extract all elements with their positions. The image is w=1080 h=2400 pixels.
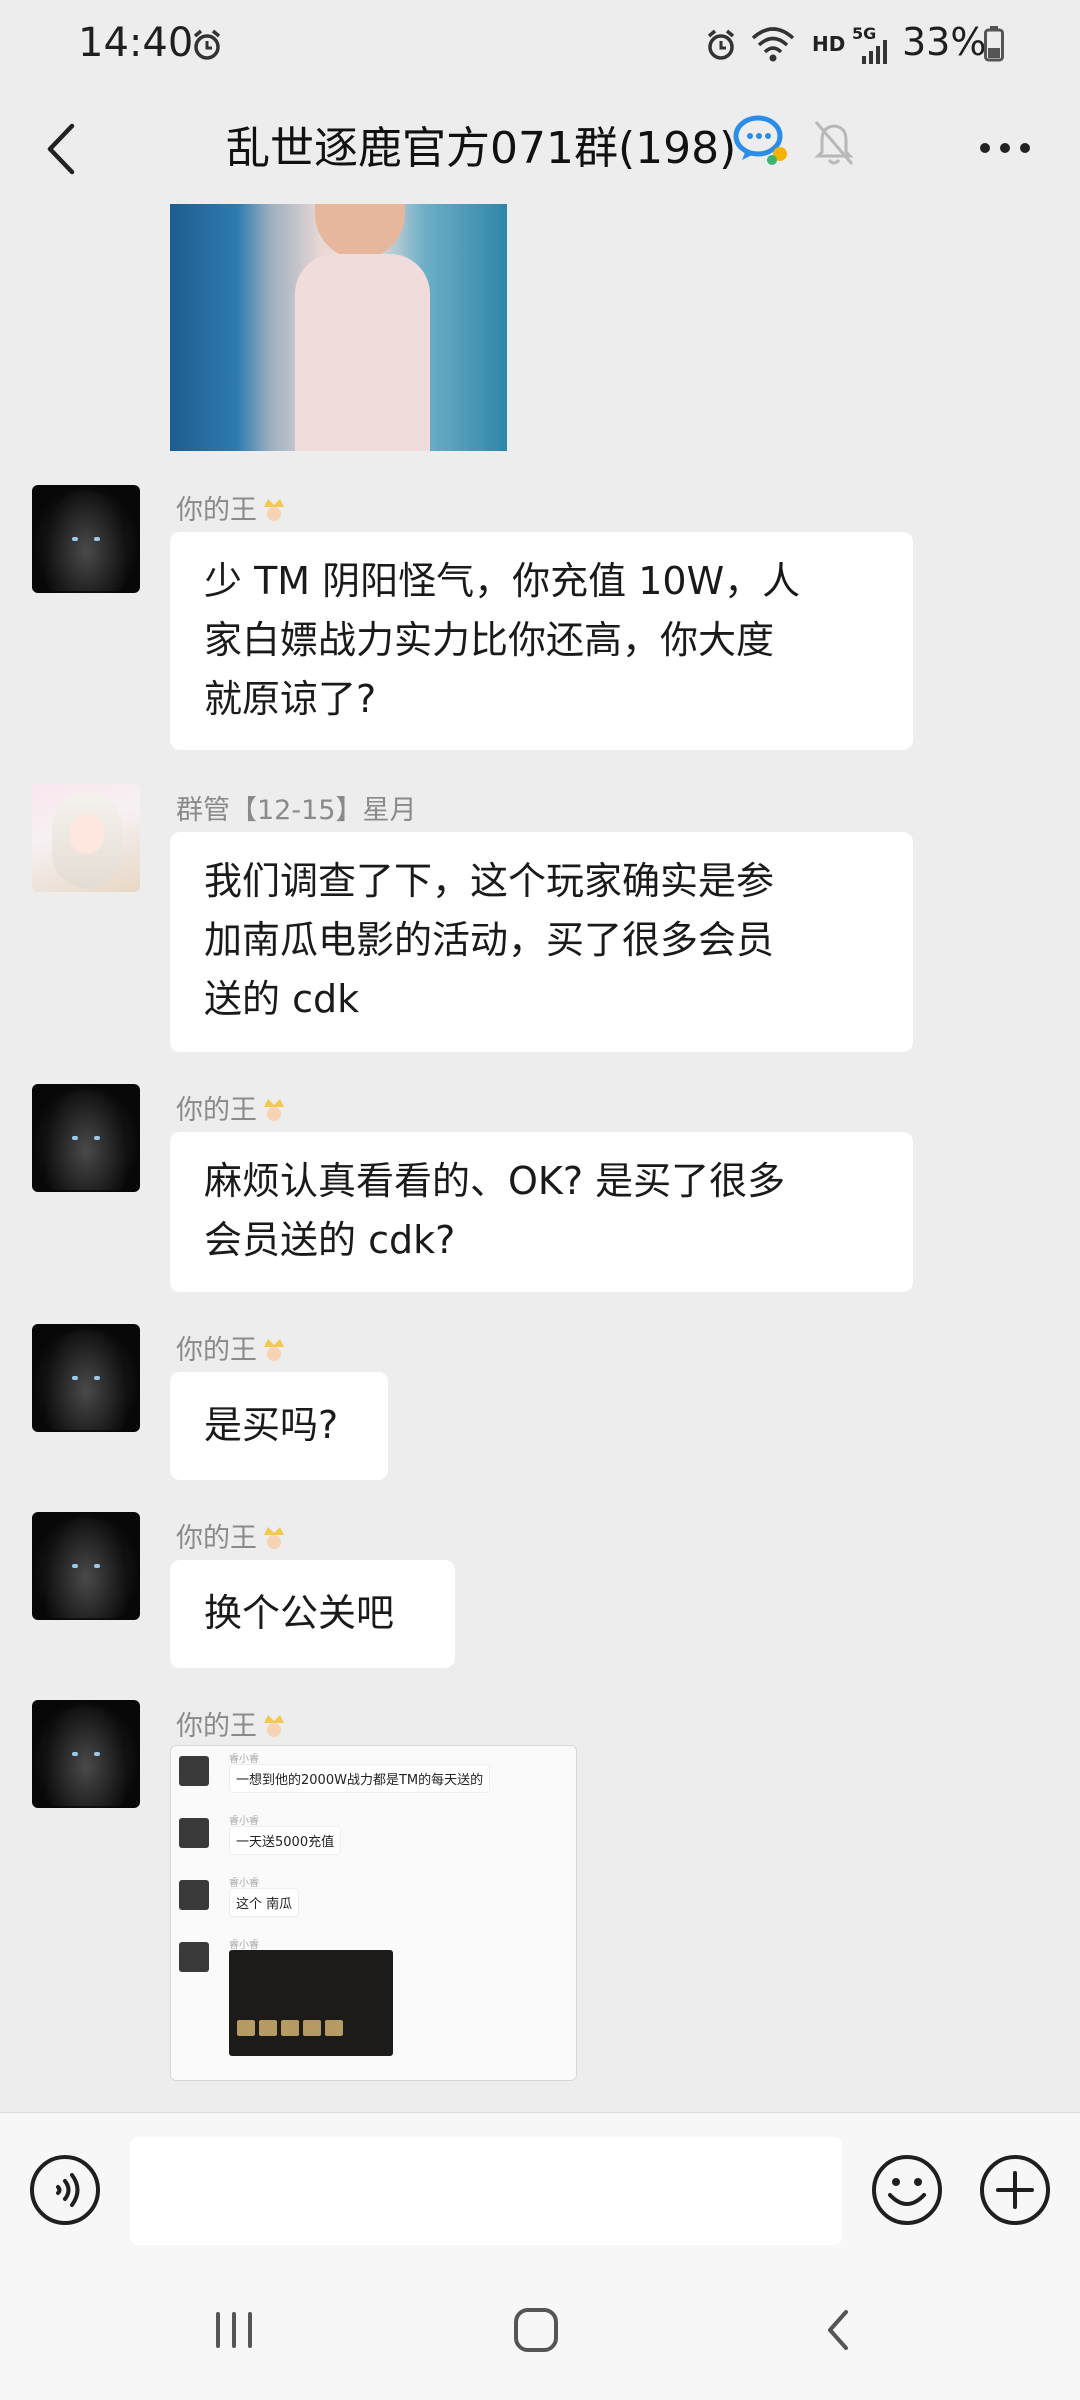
- alarm-icon-right: [707, 29, 735, 60]
- message-bubble[interactable]: 麻烦认真看看的、OK? 是买了很多 会员送的 cdk?: [170, 1132, 913, 1292]
- avatar-lion[interactable]: [32, 1700, 140, 1808]
- image-message-kid[interactable]: [170, 204, 507, 451]
- message-bubble[interactable]: 是买吗?: [170, 1372, 388, 1480]
- avatar-lion[interactable]: [32, 485, 140, 593]
- avatar-anime[interactable]: [32, 784, 140, 892]
- voice-button[interactable]: [28, 2153, 102, 2227]
- kid-face: [315, 204, 405, 259]
- crown-icon: [264, 1099, 284, 1121]
- message-input[interactable]: [130, 2137, 842, 2245]
- avatar-lion[interactable]: [32, 1084, 140, 1192]
- crown-icon: [264, 1339, 284, 1361]
- input-bar: [0, 2112, 1080, 2263]
- sender-name[interactable]: 你的王: [176, 1516, 287, 1555]
- image-message-screenshot[interactable]: 睿小睿 一想到他的2000W战力都是TM的每天送的 睿小睿 一天送5000充值 …: [170, 1745, 577, 2081]
- kid-body: [295, 254, 430, 451]
- status-time: 14:40: [78, 20, 194, 66]
- message-bubble[interactable]: 换个公关吧: [170, 1560, 455, 1668]
- sender-name[interactable]: 你的王: [176, 488, 287, 527]
- more-options-button[interactable]: [970, 118, 1040, 178]
- title-bar: 乱世逐鹿官方071群(198): [0, 92, 1080, 204]
- group-title: 乱世逐鹿官方071群(198): [226, 123, 737, 174]
- crown-icon: [264, 1527, 284, 1549]
- chat-screen: 14:40 HD 5G 33% 乱世逐鹿官方071群(198) 你的王 少 TM…: [0, 0, 1080, 2400]
- crown-icon: [264, 1715, 284, 1737]
- message-bubble[interactable]: 少 TM 阴阳怪气，你充值 10W，人 家白嫖战力实力比你还高，你大度 就原谅了…: [170, 532, 913, 750]
- alarm-icon: [193, 29, 221, 60]
- nav-back-button[interactable]: [800, 2298, 880, 2362]
- sender-name[interactable]: 你的王: [176, 1328, 287, 1367]
- status-bar: 14:40 HD 5G 33%: [0, 0, 1080, 92]
- nav-home-button[interactable]: [496, 2298, 576, 2362]
- avatar-lion[interactable]: [32, 1324, 140, 1432]
- plus-button[interactable]: [978, 2153, 1052, 2227]
- system-nav-bar: [0, 2262, 1080, 2400]
- message-bubble[interactable]: 我们调查了下，这个玩家确实是参 加南瓜电影的活动，买了很多会员 送的 cdk: [170, 832, 913, 1052]
- hd-indicator: HD: [812, 32, 846, 56]
- avatar-lion[interactable]: [32, 1512, 140, 1620]
- signal-icon: [862, 40, 887, 64]
- bell-muted-icon: [814, 121, 854, 165]
- nav-recents-button[interactable]: [194, 2298, 274, 2362]
- group-chat-icon: [733, 115, 787, 165]
- back-button[interactable]: [30, 112, 100, 182]
- wifi-icon: [751, 27, 795, 62]
- emoji-button[interactable]: [870, 2153, 944, 2227]
- battery-icon: [984, 26, 1004, 62]
- sender-name[interactable]: 你的王: [176, 1704, 287, 1743]
- battery-percent: 33%: [902, 20, 987, 64]
- sender-name[interactable]: 你的王: [176, 1088, 287, 1127]
- sender-name[interactable]: 群管【12-15】星月: [176, 788, 416, 827]
- crown-icon: [264, 499, 284, 521]
- screenshot-game-image: [229, 1950, 393, 2056]
